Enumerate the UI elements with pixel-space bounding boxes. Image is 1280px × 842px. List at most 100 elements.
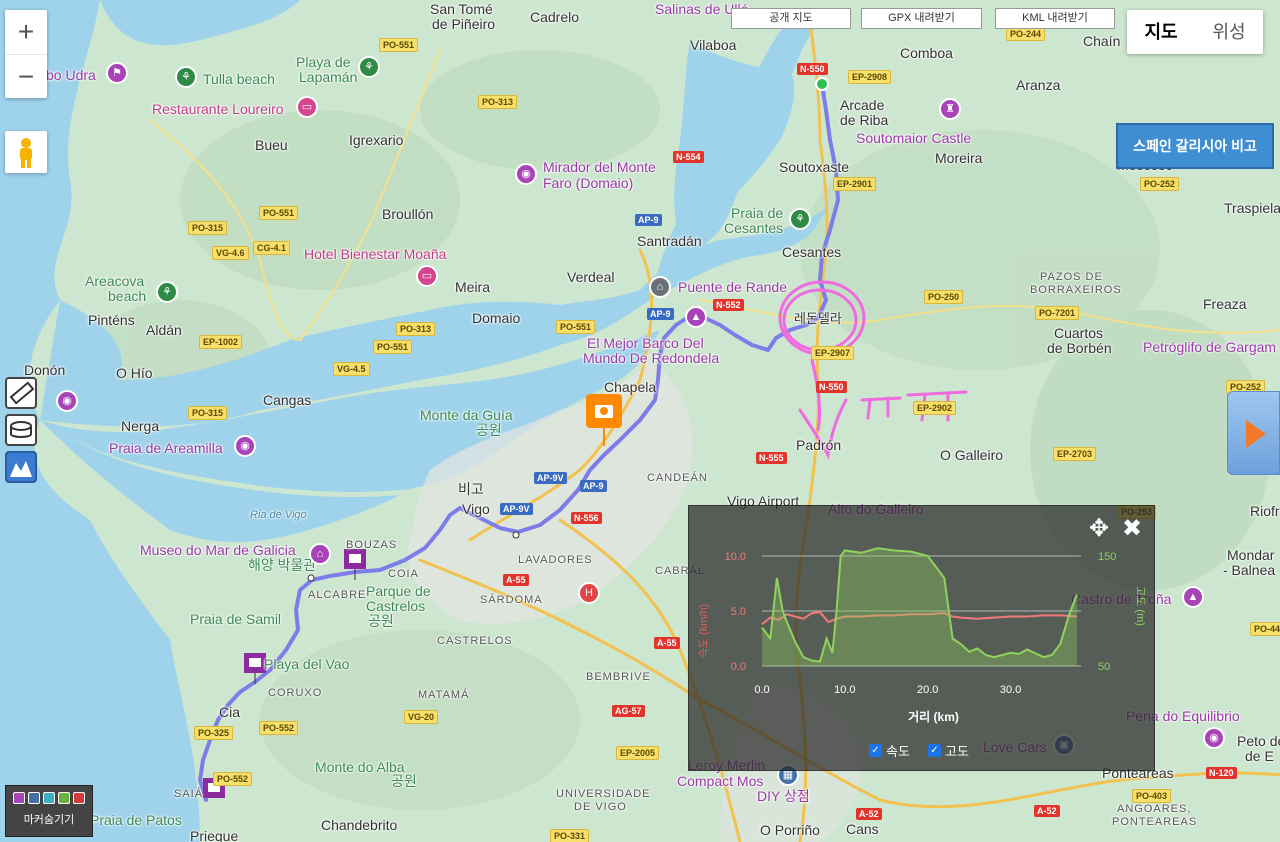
place-label: Donón <box>24 362 66 378</box>
place-label: beach <box>108 288 147 304</box>
road-shield: N-120 <box>1206 767 1237 779</box>
road-shield: EP-2908 <box>848 70 892 84</box>
side-panel-toggle[interactable] <box>1227 391 1280 475</box>
poi-marker[interactable]: ⚑ <box>106 62 128 84</box>
place-label: Praia de Areamilla <box>109 440 223 456</box>
marker-swatch-icon <box>43 792 55 804</box>
place-label: de E <box>1245 748 1274 764</box>
road-shield: VG-4.6 <box>212 246 249 260</box>
map-type-roadmap[interactable]: 지도 <box>1127 10 1195 54</box>
place-label: Vilaboa <box>690 37 737 53</box>
road-shield: PO-252 <box>1140 177 1180 191</box>
public-map-button[interactable]: 공개 지도 <box>731 8 851 29</box>
poi-marker[interactable]: ⚘ <box>358 56 380 78</box>
road-shield: N-550 <box>816 381 847 393</box>
place-label: Vigo <box>462 501 490 517</box>
road-shield: PO-552 <box>259 721 299 735</box>
marker-swatch-icon <box>73 792 85 804</box>
route-start-marker[interactable] <box>815 77 829 91</box>
place-label: SÁRDOMA <box>480 594 543 606</box>
zoom-out-button[interactable]: − <box>5 54 47 98</box>
road-shield: N-550 <box>797 63 828 75</box>
speed-elevation-chart: 0.0 5.0 10.0 50 150 0.0 10.0 20.0 30.0 거리 (km) 속도 … <box>697 547 1146 724</box>
street-view-pegman[interactable] <box>5 131 47 173</box>
place-label: Cesantes <box>724 220 784 236</box>
road-shield: PO-315 <box>188 406 228 420</box>
place-label: ALCABRE <box>308 589 367 601</box>
place-label: Mondar <box>1227 547 1275 563</box>
place-label: Mirador del Monte <box>543 159 656 175</box>
poi-marker[interactable]: ◉ <box>515 163 537 185</box>
place-label: DE VIGO <box>574 801 627 813</box>
place-label: Broullón <box>382 206 434 222</box>
place-label: San Tomé <box>430 1 493 17</box>
place-label: Playa de <box>296 54 351 70</box>
poi-marker[interactable]: ⌂ <box>309 543 331 565</box>
marker-hide-toggle[interactable]: 마커숨기기 <box>5 785 93 837</box>
pegman-icon <box>20 138 32 168</box>
place-label: Padrón <box>796 437 842 453</box>
place-label: BORRAXEIROS <box>1030 284 1122 296</box>
road-shield: PO-552 <box>213 772 253 786</box>
road-shield: PO-325 <box>194 726 234 740</box>
kml-download-button[interactable]: KML 내려받기 <box>995 8 1115 29</box>
map-type-satellite[interactable]: 위성 <box>1195 10 1263 54</box>
poi-marker[interactable]: ▭ <box>416 265 438 287</box>
elevation-icon <box>10 461 32 477</box>
road-shield: N-556 <box>571 512 602 524</box>
poi-marker[interactable]: ⚘ <box>789 208 811 230</box>
road-shield: EP-2703 <box>1053 447 1097 461</box>
area-tool-button[interactable] <box>5 414 37 446</box>
poi-marker[interactable]: ⌂ <box>649 276 671 298</box>
place-label: Hotel Bienestar Moaña <box>304 246 447 262</box>
road-shield: PO-315 <box>188 221 228 235</box>
compare-location-button[interactable]: 스페인 갈리시아 비고 <box>1116 123 1274 169</box>
zoom-in-button[interactable]: + <box>5 10 47 54</box>
place-label: Areacova <box>85 273 145 289</box>
place-label: Monte da Guía <box>420 407 513 423</box>
poi-marker[interactable]: ◉ <box>1203 727 1225 749</box>
road-shield: PO-44 <box>1250 622 1280 636</box>
place-label: SAIÁ <box>174 788 204 800</box>
place-label: de Piñeiro <box>432 16 496 32</box>
place-label: PONTEAREAS <box>1112 816 1198 828</box>
speed-legend-checkbox[interactable]: ✓ 속도 <box>869 741 910 760</box>
poi-marker[interactable]: ◉ <box>234 435 256 457</box>
gpx-download-button[interactable]: GPX 내려받기 <box>861 8 982 29</box>
place-label: Petróglifo de Gargam <box>1143 339 1277 355</box>
ruler-tool-button[interactable] <box>5 377 37 409</box>
place-label: Praia de Samil <box>190 611 282 627</box>
annotation-text: 레돈델라 <box>794 311 842 326</box>
place-label: Domaio <box>472 310 521 326</box>
poi-marker[interactable]: ♜ <box>939 98 961 120</box>
place-label: - Balnea <box>1223 562 1276 578</box>
place-label: Prieque <box>190 828 239 842</box>
place-label: Playa del Vao <box>264 656 350 672</box>
y-left-tick-label: 0.0 <box>731 661 746 673</box>
place-label: UNIVERSIDADE <box>556 788 651 800</box>
place-label: de Riba <box>840 112 889 128</box>
elevation-profile-button[interactable] <box>5 451 37 483</box>
poi-marker[interactable]: ◉ <box>56 390 78 412</box>
poi-marker[interactable]: ▲ <box>1182 586 1204 608</box>
road-shield: EP-1002 <box>199 335 243 349</box>
poi-marker[interactable]: ▲ <box>685 306 707 328</box>
elevation-legend-checkbox[interactable]: ✓ 고도 <box>928 741 969 760</box>
place-label: de Borbén <box>1047 340 1112 356</box>
place-label: Chandebrito <box>321 817 398 833</box>
poi-marker[interactable]: ▭ <box>296 96 318 118</box>
poi-marker[interactable]: ⚘ <box>156 281 178 303</box>
play-arrow-icon <box>1246 420 1266 448</box>
place-label: 해양 박물관 <box>248 557 317 573</box>
y-left-axis-label: 속도 (km/h) <box>697 604 710 658</box>
place-label: Verdeal <box>567 269 615 285</box>
place-label: Nerga <box>121 418 160 434</box>
road-shield: PO-244 <box>1006 27 1046 41</box>
road-shield: EP-2005 <box>616 746 660 760</box>
place-label: Puente de Rande <box>678 279 787 295</box>
place-label: O Porriño <box>760 822 820 838</box>
poi-marker[interactable]: ⚘ <box>175 66 197 88</box>
poi-marker[interactable]: H <box>578 582 600 604</box>
road-shield: PO-250 <box>924 290 964 304</box>
place-label: Parque de <box>366 583 431 599</box>
